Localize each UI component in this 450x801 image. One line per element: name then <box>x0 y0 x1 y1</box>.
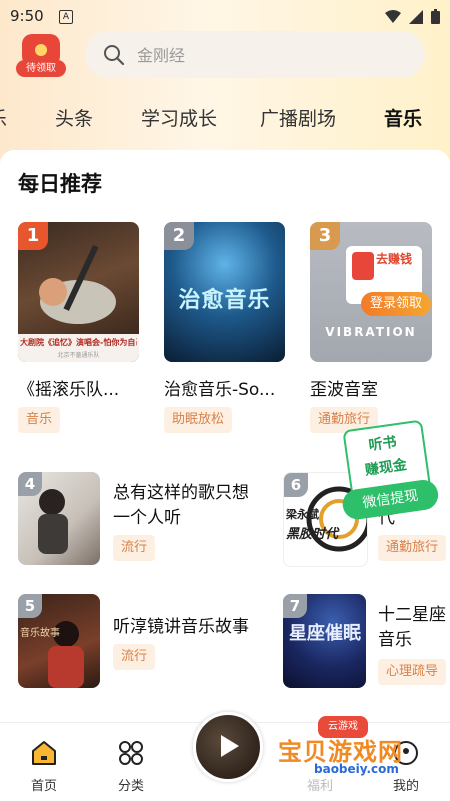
rank-badge: 6 <box>284 473 308 497</box>
album-title-4-line2[interactable]: 一个人听 <box>113 503 273 528</box>
category-tabs: 乐 头条 学习成长 广播剧场 音乐 <box>0 98 450 138</box>
cover-author: 梁永斌 <box>286 508 319 521</box>
nav-home-label: 首页 <box>30 779 57 794</box>
album-tag-2: 助眠放松 <box>164 407 233 433</box>
search-input[interactable] <box>135 41 409 70</box>
home-icon <box>32 741 56 765</box>
cover-caption: 治愈音乐 <box>178 288 271 313</box>
album-title-7[interactable]: 十二星座 <box>378 600 448 625</box>
rank-badge: 7 <box>283 594 307 618</box>
nav-category-label: 分类 <box>117 779 144 794</box>
login-claim-button[interactable]: 登录领取 <box>361 292 431 316</box>
album-tag-1: 音乐 <box>18 407 61 433</box>
album-title-3[interactable]: 歪波音室 <box>310 375 435 400</box>
album-title-4[interactable]: 总有这样的歌只想 <box>113 478 273 503</box>
search-bar[interactable] <box>85 31 425 78</box>
album-title-1[interactable]: 《摇滚乐队... <box>18 375 143 400</box>
album-tag-7: 心理疏导 <box>378 659 447 685</box>
reward-label: 待领取 <box>16 60 66 77</box>
category-icon <box>119 741 143 765</box>
album-cover-7[interactable]: 7 星座催眠 <box>283 594 366 688</box>
album-cover-4[interactable]: 4 <box>18 472 100 565</box>
red-envelope-icon <box>352 252 374 280</box>
tab-learning[interactable]: 学习成长 <box>141 104 217 131</box>
search-icon <box>104 45 125 66</box>
album-cover-1[interactable]: 1 大剧院《追忆》演唱会-怕你为自己 北京不童通乐队 <box>18 222 139 362</box>
notification-icon: A <box>59 10 73 24</box>
promo-label: 去赚钱 <box>376 252 413 266</box>
tab-headlines[interactable]: 头条 <box>55 104 93 131</box>
tab-radio-drama[interactable]: 广播剧场 <box>260 104 336 131</box>
now-playing-button[interactable] <box>193 712 263 782</box>
album-tag-5: 流行 <box>113 644 156 670</box>
rank-badge: 3 <box>310 222 340 250</box>
album-cover-5[interactable]: 5 音乐故事 <box>18 594 100 688</box>
album-cover-2[interactable]: 2 治愈音乐 <box>164 222 285 362</box>
section-title: 每日推荐 <box>18 172 102 196</box>
signal-icon <box>409 9 423 24</box>
album-title-7-line2[interactable]: 音乐 <box>378 625 448 650</box>
watermark-url: baobeiy.com <box>314 762 399 776</box>
tab-music[interactable]: 音乐 <box>384 104 422 135</box>
cover-caption: VIBRATION <box>325 325 417 339</box>
cover-caption: 大剧院《追忆》演唱会-怕你为自己 <box>20 338 137 347</box>
status-bar: 9:50 A <box>0 0 450 32</box>
status-time: 9:50 <box>10 7 44 25</box>
album-title-5[interactable]: 听淳镜讲音乐故事 <box>113 612 273 637</box>
tab-partial[interactable]: 乐 <box>0 104 7 131</box>
cover-caption: 黑胶时代 <box>286 527 339 542</box>
rank-badge: 5 <box>18 594 42 618</box>
reward-button[interactable]: 待领取 <box>16 34 66 78</box>
rank-badge: 4 <box>18 472 42 496</box>
album-title-2[interactable]: 治愈音乐-So... <box>164 375 289 400</box>
cover-subcaption: 北京不童通乐队 <box>57 352 100 359</box>
site-watermark: 云游戏 宝贝游戏网 baobeiy.com <box>278 716 428 780</box>
cover-caption: 星座催眠 <box>289 623 361 644</box>
album-tag-4: 流行 <box>113 535 156 561</box>
status-icons <box>385 9 440 24</box>
cover-caption: 音乐故事 <box>20 628 60 639</box>
rank-badge: 2 <box>164 222 194 250</box>
rank-badge: 1 <box>18 222 48 250</box>
battery-icon <box>431 9 440 24</box>
play-icon <box>221 735 239 757</box>
earn-cash-badge[interactable]: 听书 赚现金 微信提现 <box>340 419 441 522</box>
wifi-icon <box>385 9 401 23</box>
album-tag-6: 通勤旅行 <box>378 535 447 561</box>
